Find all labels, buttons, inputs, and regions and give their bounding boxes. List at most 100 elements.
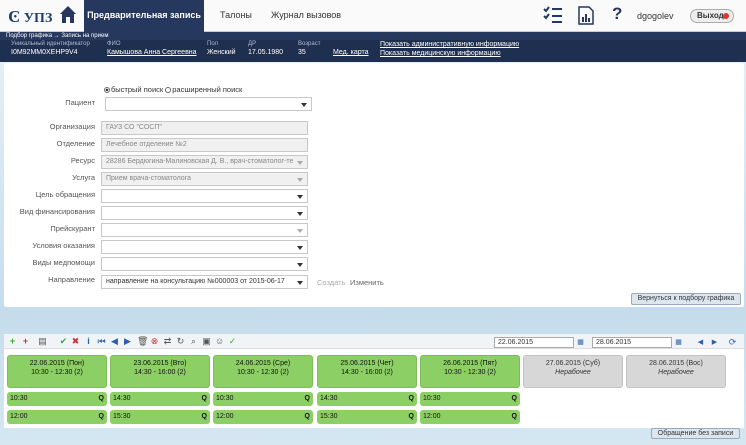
print-icon[interactable]: ▤ (38, 337, 47, 346)
tab-call-log[interactable]: Журнал вызовов (271, 0, 341, 32)
organization-field: ГАУЗ СО "СОСП" (101, 121, 308, 135)
delete-icon[interactable]: 🗑 (137, 337, 148, 346)
logout-icon (723, 13, 729, 19)
direction-label: Направление (48, 275, 95, 284)
prev-week-icon[interactable]: ◀ (696, 337, 705, 348)
chevron-down-icon (297, 195, 303, 199)
back-to-schedule-button[interactable]: Вернуться к подбору графика (631, 293, 741, 305)
conditions-select[interactable] (101, 240, 308, 254)
app-logo-text: УПЗ (23, 11, 53, 26)
date-from-input[interactable]: 22.06.2015 (494, 337, 574, 348)
day-card[interactable]: 24.06.2015 (Сре) 10:30 - 12:30 (2) (213, 355, 313, 388)
search-icon[interactable]: ⌕ (189, 337, 198, 346)
home-icon[interactable] (59, 5, 77, 26)
logout-button[interactable]: Выход (690, 9, 734, 23)
chevron-down-icon (297, 178, 303, 182)
date-to-input[interactable]: 28.06.2015 (592, 337, 672, 348)
patient-age-label: Возраст (298, 41, 321, 47)
edit-direction-button[interactable]: Изменить (350, 278, 384, 287)
close-icon[interactable]: ✖ (71, 337, 80, 346)
financing-select[interactable] (101, 206, 308, 220)
quick-search-label: быстрый поиск (111, 85, 164, 94)
service-select: Прием врача-стоматолога (101, 172, 308, 186)
chevron-down-icon (297, 161, 303, 165)
refresh-icon[interactable]: ⟳ (728, 337, 737, 348)
create-direction-button[interactable]: Создать (317, 278, 346, 287)
resource-label: Ресурс (70, 156, 95, 165)
checklist-icon[interactable] (543, 6, 563, 26)
breadcrumb-text: Подбор графика → Запись на прием (6, 33, 109, 39)
show-med-info-link[interactable]: Показать медицинскую информацию (380, 50, 501, 57)
calendar-icon[interactable]: ▦ (576, 337, 585, 348)
help-icon[interactable]: ? (612, 4, 622, 24)
patient-sex-label: Пол (207, 41, 219, 47)
day-card[interactable]: 23.06.2015 (Вто) 14:30 - 16:00 (2) (110, 355, 210, 388)
cancel-icon[interactable]: ⊗ (150, 337, 159, 346)
tab-tickets[interactable]: Талоны (220, 0, 252, 32)
patient-label: Пациент (65, 98, 95, 107)
patient-id-label: Уникальный идентификатор (11, 41, 90, 47)
care-type-label: Виды медпомощи (32, 258, 95, 267)
service-label: Услуга (72, 173, 95, 182)
time-slot[interactable]: 15:30 Q (110, 410, 210, 424)
direction-select[interactable]: направление на консультацию №000003 от 2… (101, 275, 308, 289)
time-slot[interactable]: 14:30 Q (110, 392, 210, 406)
goal-select[interactable] (101, 189, 308, 203)
chevron-down-icon (297, 229, 303, 233)
move-icon[interactable]: ⇄ (163, 337, 172, 346)
patient-dob-label: ДР (248, 41, 257, 47)
time-slot[interactable]: 14:30 Q (317, 392, 417, 406)
time-slot[interactable]: 10:30 Q (420, 392, 520, 406)
repeat-icon[interactable]: ↻ (176, 337, 185, 346)
med-card-link[interactable]: Мед. карта (333, 49, 369, 56)
patient-select[interactable] (105, 97, 312, 111)
no-appointment-button[interactable]: Обращение без записи (651, 428, 740, 439)
add-red-icon[interactable]: + (21, 337, 30, 346)
add-icon[interactable]: + (8, 337, 17, 346)
info-icon[interactable]: i (84, 337, 93, 346)
next-week-icon[interactable]: ▶ (710, 337, 719, 348)
department-field: Лечебное отделение №2 (101, 138, 308, 152)
chevron-down-icon (301, 103, 307, 107)
patient-fio-label: ФИО (107, 41, 121, 47)
report-icon[interactable] (578, 6, 594, 27)
breadcrumb: Подбор графика → Запись на прием (0, 32, 746, 40)
patient-dob: 17.05.1980 (248, 49, 284, 56)
patient-fio[interactable]: Камышова Анна Сергеевна (107, 49, 197, 56)
time-slot[interactable]: 10:30 Q (213, 392, 313, 406)
day-card[interactable]: 25.06.2015 (Чет) 14:30 - 16:00 (2) (317, 355, 417, 388)
time-slot[interactable]: 12:00 Q (420, 410, 520, 424)
day-card[interactable]: 22.06.2015 (Пон) 10:30 - 12:30 (2) (7, 355, 107, 388)
department-label: Отделение (56, 139, 95, 148)
time-slot[interactable]: 10:30 Q (7, 392, 107, 406)
time-slot[interactable]: 12:00 Q (213, 410, 313, 424)
extended-search-label: расширенный поиск (172, 85, 243, 94)
accept-icon[interactable]: ✓ (228, 337, 237, 346)
calendar-icon[interactable]: ▦ (674, 337, 683, 348)
first-icon[interactable]: ⏮ (97, 337, 106, 346)
price-list-select[interactable] (101, 223, 308, 237)
logout-label: Выход (697, 11, 724, 20)
check-icon[interactable]: ✔ (59, 337, 68, 346)
tab-preliminary-record[interactable]: Предварительная запись (84, 0, 204, 32)
chevron-down-icon (297, 281, 303, 285)
goal-label: Цель обращения (35, 190, 95, 199)
show-admin-info-link[interactable]: Показать административную информацию (380, 41, 519, 48)
time-slot[interactable]: 15:30 Q (317, 410, 417, 424)
next-icon[interactable]: ▶ (123, 337, 132, 346)
time-slot[interactable]: 12:00 Q (7, 410, 107, 424)
care-type-select[interactable] (101, 257, 308, 271)
day-card-off: 28.06.2015 (Вос) Нерабочее (626, 355, 726, 388)
patient-age: 35 (298, 49, 306, 56)
day-card[interactable]: 26.06.2015 (Пят) 10:30 - 12:30 (2) (420, 355, 520, 388)
patient-info-bar: Уникальный идентификатор I0M92MM0XEHP9V4… (0, 40, 746, 62)
patient-sex: Женский (207, 49, 236, 56)
screen-icon[interactable]: ▣ (202, 337, 211, 346)
organization-label: Организация (49, 122, 95, 131)
app-logo[interactable]: Ͼ УПЗ (8, 7, 52, 27)
patient-id: I0M92MM0XEHP9V4 (11, 49, 78, 56)
extended-search-radio[interactable] (165, 87, 172, 94)
user-icon[interactable]: ☺ (215, 337, 224, 346)
quick-search-radio[interactable] (104, 87, 110, 94)
prev-icon[interactable]: ◀ (110, 337, 119, 346)
